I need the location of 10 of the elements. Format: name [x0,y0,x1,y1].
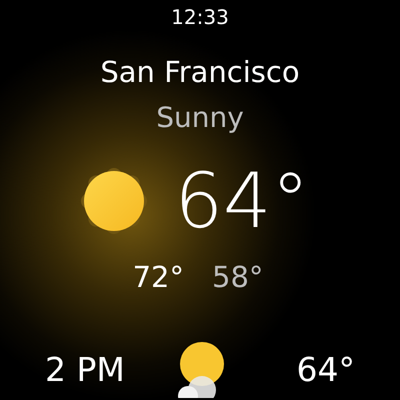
hour-time: 2 PM [45,350,126,390]
hour-temperature: 64° [296,350,355,390]
location-name: San Francisco [100,54,300,90]
high-temperature: 72° [132,260,184,294]
clock-time: 12:33 [171,4,229,30]
low-temperature: 58° [212,260,264,294]
condition-text: Sunny [156,100,244,136]
sun-cloud-icon [176,342,224,398]
sun-icon [80,168,147,234]
current-temperature: 64° [174,156,310,246]
